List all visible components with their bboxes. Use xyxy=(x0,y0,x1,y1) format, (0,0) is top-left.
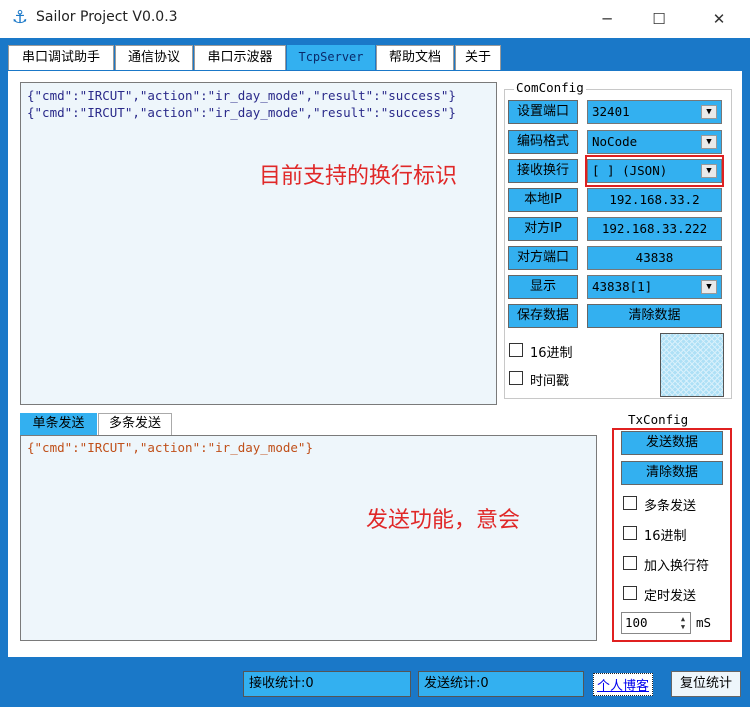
color-preview xyxy=(660,333,724,397)
newline-highlight-box xyxy=(585,155,724,187)
receive-stats: 接收统计:0 xyxy=(243,671,411,697)
tab-tcpserver[interactable]: TcpServer xyxy=(287,45,375,70)
clear-send-button[interactable]: 清除数据 xyxy=(621,461,723,485)
set-port-button[interactable]: 设置端口 xyxy=(508,100,578,124)
hex-send-label: 16进制 xyxy=(644,529,687,544)
remote-port-field[interactable]: 43838 xyxy=(587,246,722,270)
encoding-button[interactable]: 编码格式 xyxy=(508,130,578,154)
send-annotation: 发送功能，意会 xyxy=(366,508,521,533)
save-data-button[interactable]: 保存数据 xyxy=(508,304,578,328)
chevron-down-icon: ▼ xyxy=(701,105,717,119)
tab-multi-send[interactable]: 多条发送 xyxy=(98,413,172,435)
newline-button[interactable]: 接收换行 xyxy=(508,159,578,183)
send-data-button[interactable]: 发送数据 xyxy=(621,431,723,455)
tab-oscilloscope[interactable]: 串口示波器 xyxy=(194,45,286,70)
port-value: 32401 xyxy=(592,104,630,119)
tab-single-send[interactable]: 单条发送 xyxy=(20,413,97,435)
spin-arrows-icon[interactable]: ▲ ▼ xyxy=(678,615,688,631)
encoding-value: NoCode xyxy=(592,134,638,149)
maximize-button[interactable]: ☐ xyxy=(636,0,682,38)
tab-bar: 串口调试助手 通信协议 串口示波器 TcpServer 帮助文档 关于 xyxy=(8,45,742,71)
txconfig-title: TxConfig xyxy=(626,412,691,427)
hex-receive-label: 16进制 xyxy=(530,346,573,361)
blog-link[interactable]: 个人博客 xyxy=(593,673,654,696)
anchor-icon: ⚓ xyxy=(11,7,29,28)
encoding-select[interactable]: NoCode ▼ xyxy=(587,130,722,154)
local-ip-label[interactable]: 本地IP xyxy=(508,188,578,212)
newline-annotation: 目前支持的换行标识 xyxy=(259,164,458,189)
remote-port-label[interactable]: 对方端口 xyxy=(508,246,578,270)
add-newline-checkbox[interactable] xyxy=(623,556,637,570)
chevron-down-icon: ▼ xyxy=(701,280,717,294)
reset-stats-button[interactable]: 复位统计 xyxy=(671,671,741,697)
timestamp-checkbox[interactable] xyxy=(509,371,523,385)
interval-value: 100 xyxy=(625,615,648,630)
multi-send-checkbox[interactable] xyxy=(623,496,637,510)
display-select[interactable]: 43838[1] ▼ xyxy=(587,275,722,299)
remote-ip-label[interactable]: 对方IP xyxy=(508,217,578,241)
send-textarea[interactable]: {"cmd":"IRCUT","action":"ir_day_mode"} xyxy=(20,435,597,641)
add-newline-label: 加入换行符 xyxy=(644,559,710,574)
hex-receive-checkbox[interactable] xyxy=(509,343,523,357)
timed-send-checkbox[interactable] xyxy=(623,586,637,600)
close-button[interactable]: ✕ xyxy=(696,0,742,38)
comconfig-title: ComConfig xyxy=(514,80,586,95)
timestamp-label: 时间戳 xyxy=(530,374,570,389)
interval-unit: mS xyxy=(696,615,712,630)
send-stats: 发送统计:0 xyxy=(418,671,584,697)
local-ip-field[interactable]: 192.168.33.2 xyxy=(587,188,722,212)
multi-send-label: 多条发送 xyxy=(644,499,697,514)
chevron-down-icon: ▼ xyxy=(701,135,717,149)
port-select[interactable]: 32401 ▼ xyxy=(587,100,722,124)
tab-about[interactable]: 关于 xyxy=(455,45,501,70)
minimize-button[interactable]: ─ xyxy=(584,0,630,38)
interval-spinbox[interactable]: 100 ▲ ▼ xyxy=(621,612,691,634)
timed-send-label: 定时发送 xyxy=(644,589,697,604)
remote-ip-field[interactable]: 192.168.33.222 xyxy=(587,217,722,241)
clear-receive-button[interactable]: 清除数据 xyxy=(587,304,722,328)
hex-send-checkbox[interactable] xyxy=(623,526,637,540)
window-title: Sailor Project V0.0.3 xyxy=(36,9,178,25)
receive-textarea[interactable]: {"cmd":"IRCUT","action":"ir_day_mode","r… xyxy=(20,82,497,405)
display-value: 43838[1] xyxy=(592,279,653,294)
tab-protocol[interactable]: 通信协议 xyxy=(115,45,193,70)
display-button[interactable]: 显示 xyxy=(508,275,578,299)
tab-help[interactable]: 帮助文档 xyxy=(376,45,454,70)
tab-serial-debug[interactable]: 串口调试助手 xyxy=(8,45,114,70)
